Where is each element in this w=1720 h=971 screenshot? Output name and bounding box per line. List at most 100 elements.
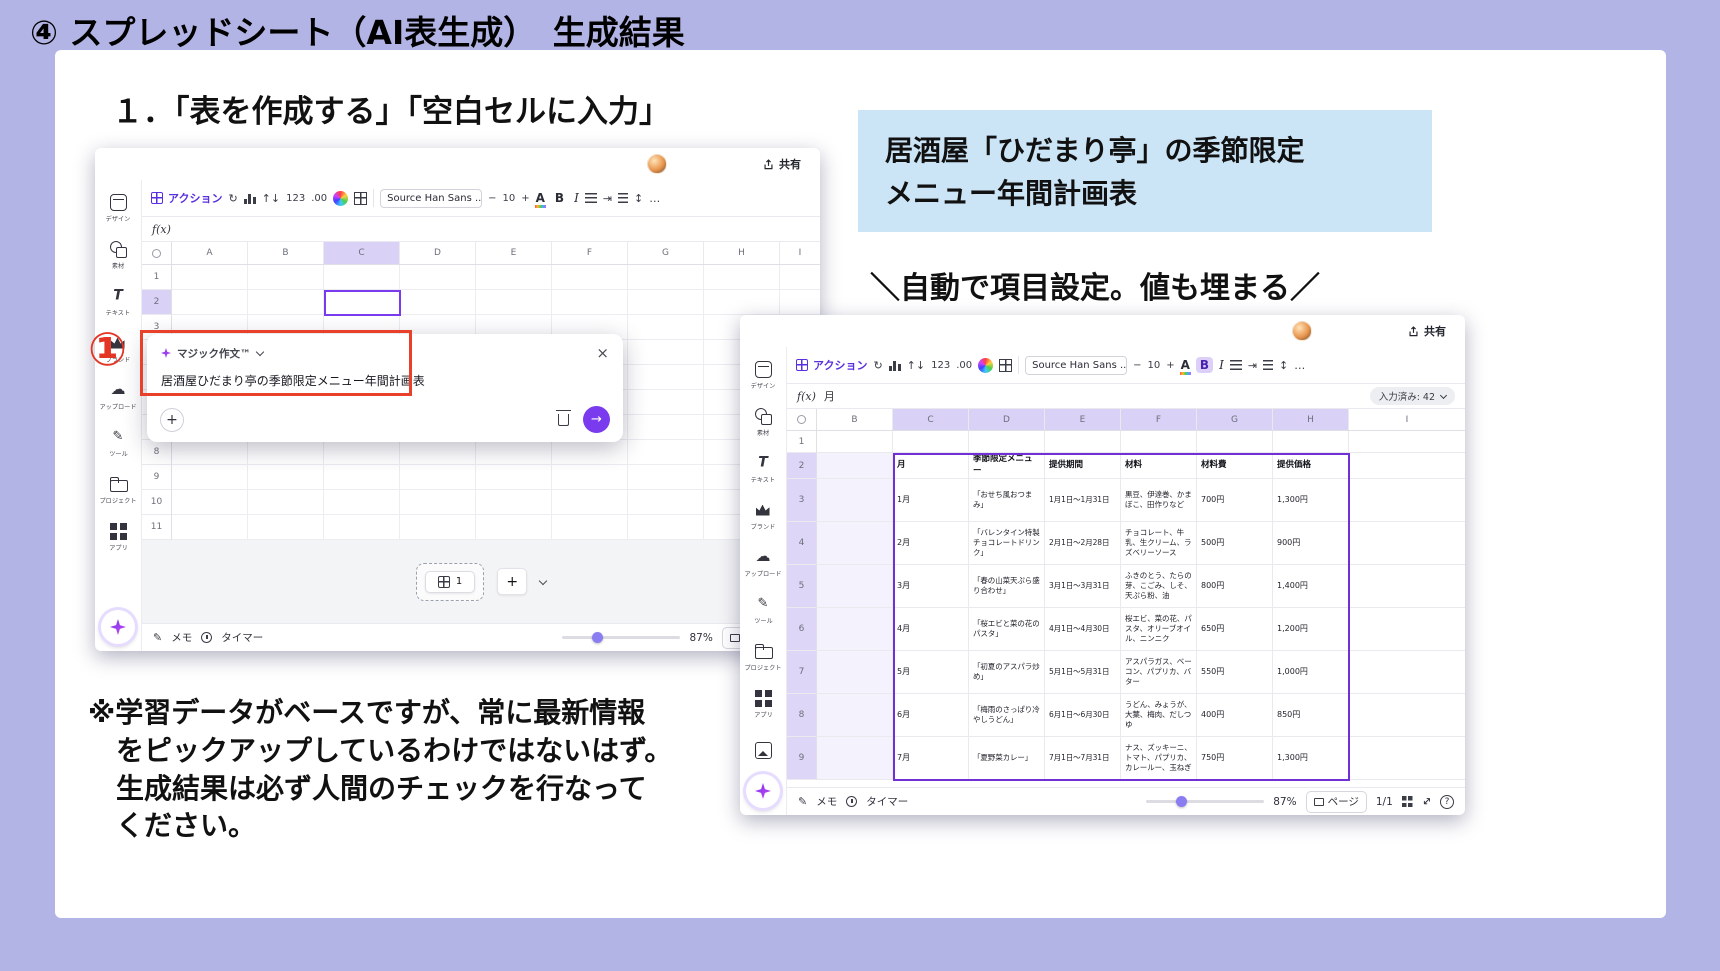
period-cell[interactable]: 6月1日〜6月30日 [1045, 694, 1121, 737]
invite-plus[interactable]: + [680, 158, 689, 171]
row-header[interactable]: 1 [142, 265, 172, 290]
vertical-align-icon[interactable]: ↕ [1279, 359, 1288, 372]
font-selector[interactable]: Source Han Sans ... [380, 189, 482, 208]
selected-cell-c2[interactable] [324, 290, 401, 316]
sidebar-item[interactable]: ツール [741, 588, 786, 633]
menu-file[interactable]: ファイル [776, 323, 820, 339]
cell[interactable] [1349, 694, 1465, 737]
font-selector[interactable]: Source Han Sans ... [1025, 356, 1127, 375]
cell[interactable] [817, 431, 893, 453]
font-size-increase[interactable]: + [521, 193, 529, 204]
cell[interactable] [1349, 453, 1465, 479]
cost-cell[interactable]: 650円 [1197, 608, 1273, 651]
row-header[interactable]: 11 [142, 515, 172, 540]
sheet-tab[interactable]: 1 [425, 571, 475, 593]
hamburger-menu-icon[interactable] [105, 160, 118, 169]
menu-cell[interactable]: 「春の山菜天ぷら盛り合わせ」 [969, 565, 1045, 608]
menu-cell[interactable]: 「梅雨のさっぱり冷やしうどん」 [969, 694, 1045, 737]
row-header[interactable]: 1 [787, 431, 817, 453]
row-header[interactable]: 7 [787, 651, 817, 694]
cost-cell[interactable]: 750円 [1197, 737, 1273, 780]
refresh-icon[interactable]: ↻ [873, 359, 882, 372]
font-size-decrease[interactable]: − [488, 193, 496, 204]
column-header[interactable]: D [969, 409, 1045, 430]
zoom-slider-thumb[interactable] [1176, 796, 1187, 807]
period-cell[interactable]: 5月1日〜5月31日 [1045, 651, 1121, 694]
insights-chart-icon[interactable] [702, 158, 715, 171]
memo-button[interactable]: メモ [816, 794, 837, 809]
vertical-align-icon[interactable]: ↕ [634, 192, 643, 205]
zoom-slider-thumb[interactable] [592, 632, 603, 643]
column-header[interactable]: I [780, 242, 820, 264]
ingredients-cell[interactable]: 黒豆、伊達巻、かまぼこ、田作りなど [1121, 479, 1197, 522]
comments-icon[interactable] [1373, 325, 1386, 338]
sidebar-item[interactable]: ツール [96, 421, 141, 466]
color-wheel-icon[interactable] [333, 191, 348, 206]
sidebar-item[interactable]: ブランド [741, 494, 786, 539]
row-header[interactable]: 2 [787, 453, 817, 479]
column-header[interactable]: A [172, 242, 248, 264]
refresh-icon[interactable]: ↻ [228, 192, 237, 205]
price-cell[interactable]: 900円 [1273, 522, 1349, 565]
header-cell[interactable]: 季節限定メニュー [969, 453, 1045, 479]
cell[interactable] [1349, 565, 1465, 608]
memo-button[interactable]: メモ [171, 630, 192, 645]
assistant-sparkle-button[interactable] [101, 610, 135, 644]
select-all-corner[interactable] [787, 409, 817, 430]
number-format-button[interactable]: 123 [931, 360, 950, 371]
cell[interactable] [1349, 431, 1465, 453]
sidebar-item[interactable]: デザイン [96, 186, 141, 231]
formula-bar[interactable]: f(x) [142, 217, 820, 242]
column-header[interactable]: H [704, 242, 780, 264]
sidebar-item[interactable]: 素材 [96, 233, 141, 278]
row-header[interactable]: 9 [787, 737, 817, 780]
sidebar-item[interactable]: アップロード [96, 374, 141, 419]
row-header[interactable]: 9 [142, 465, 172, 490]
cell[interactable] [817, 737, 893, 780]
column-header[interactable]: C [893, 409, 969, 430]
menu-cell[interactable]: 「初夏のアスパラ炒め」 [969, 651, 1045, 694]
zoom-slider[interactable] [1146, 800, 1264, 803]
trash-icon[interactable] [558, 414, 569, 426]
ingredients-cell[interactable]: アスパラガス、ベーコン、パプリカ、バター [1121, 651, 1197, 694]
cell[interactable] [1197, 431, 1273, 453]
text-color-button[interactable]: A [1181, 358, 1190, 372]
cell[interactable] [817, 565, 893, 608]
cell[interactable] [1121, 431, 1197, 453]
close-icon[interactable]: × [596, 344, 609, 362]
price-cell[interactable]: 850円 [1273, 694, 1349, 737]
more-options[interactable]: … [649, 192, 660, 205]
formula-bar[interactable]: f(x) 月 入力済み: 42 [787, 384, 1465, 409]
menu-edit-mode[interactable]: 編集モード [305, 156, 385, 172]
cell[interactable] [817, 479, 893, 522]
menu-resize[interactable]: リサイズ [188, 156, 246, 172]
number-format-button[interactable]: 123 [286, 193, 305, 204]
row-header[interactable]: 10 [142, 490, 172, 515]
share-button[interactable]: 共有 [754, 152, 810, 176]
menu-tools[interactable]: ツール [259, 156, 292, 172]
chart-insert-icon[interactable] [889, 360, 901, 371]
column-header[interactable]: B [248, 242, 324, 264]
cost-cell[interactable]: 800円 [1197, 565, 1273, 608]
borders-icon[interactable] [354, 192, 367, 205]
menu-edit-mode[interactable]: 編集モード [950, 323, 1030, 339]
period-cell[interactable]: 7月1日〜7月31日 [1045, 737, 1121, 780]
menu-cell[interactable]: 「おせち風おつまみ」 [969, 479, 1045, 522]
price-cell[interactable]: 1,400円 [1273, 565, 1349, 608]
month-cell[interactable]: 7月 [893, 737, 969, 780]
undo-icon[interactable]: ↶ [1043, 324, 1054, 339]
zoom-slider[interactable] [562, 636, 680, 639]
cost-cell[interactable]: 550円 [1197, 651, 1273, 694]
list-icon[interactable] [618, 193, 628, 203]
italic-button[interactable]: I [1219, 358, 1224, 372]
cell[interactable] [1273, 431, 1349, 453]
ingredients-cell[interactable]: チョコレート、牛乳、生クリーム、ラズベリーソース [1121, 522, 1197, 565]
row-header[interactable]: 6 [787, 608, 817, 651]
cell[interactable] [817, 651, 893, 694]
ingredients-cell[interactable]: ふきのとう、たらの芽、こごみ、しそ、天ぷら粉、油 [1121, 565, 1197, 608]
month-cell[interactable]: 1月 [893, 479, 969, 522]
cell[interactable] [1349, 651, 1465, 694]
sidebar-item[interactable]: アプリ [96, 515, 141, 560]
assistant-sparkle-button[interactable] [746, 774, 780, 808]
header-cell[interactable]: 提供価格 [1273, 453, 1349, 479]
